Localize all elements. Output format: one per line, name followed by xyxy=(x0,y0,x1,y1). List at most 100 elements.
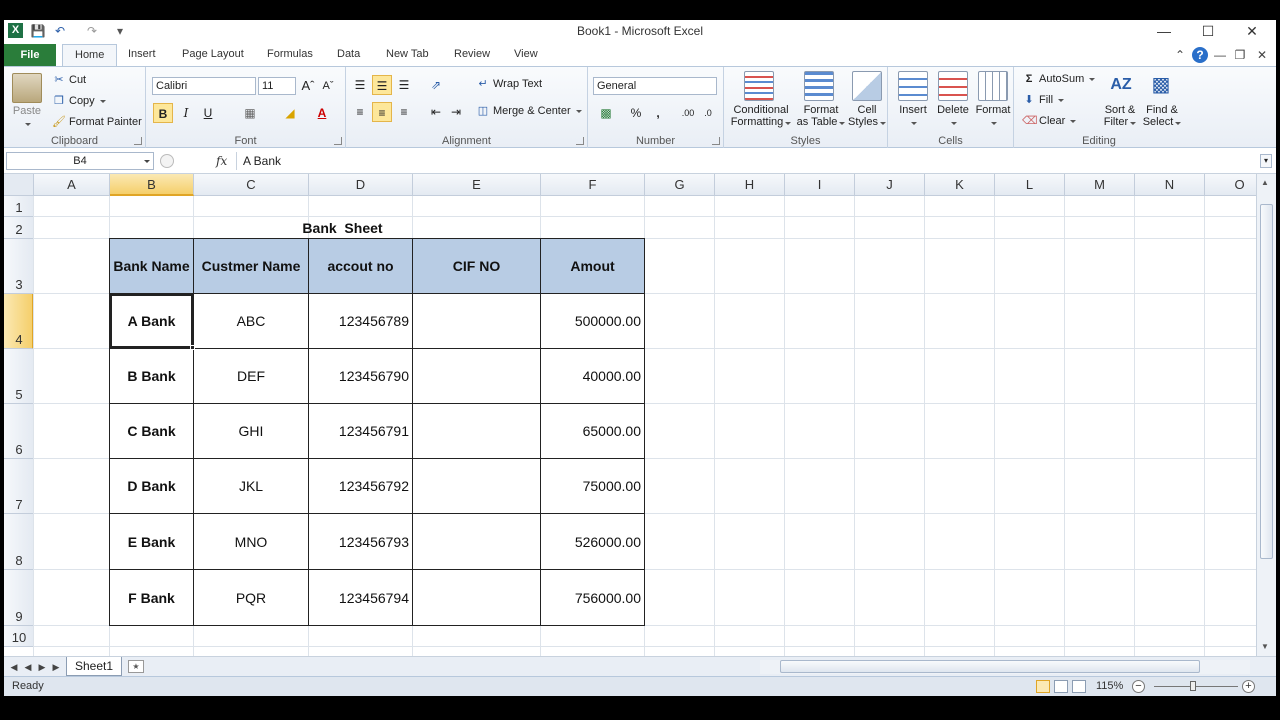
normal-view-icon[interactable] xyxy=(1036,680,1050,693)
row-header-2[interactable]: 2 xyxy=(4,217,34,239)
format-cells-button[interactable]: Format xyxy=(972,104,1014,128)
tab-review[interactable]: Review xyxy=(454,48,490,60)
table-header-cell[interactable]: accout no xyxy=(308,238,413,294)
tab-view[interactable]: View xyxy=(514,48,538,60)
table-cell[interactable]: 123456789 xyxy=(308,293,413,349)
currency-icon[interactable]: ▩ xyxy=(596,103,616,123)
table-cell[interactable]: 526000.00 xyxy=(540,513,645,570)
maximize-icon[interactable]: ☐ xyxy=(1186,20,1230,42)
increase-indent-icon[interactable]: ⇥ xyxy=(446,102,466,122)
table-cell[interactable]: D Bank xyxy=(109,458,194,514)
decrease-decimal-icon[interactable]: .0 xyxy=(698,103,718,123)
table-cell[interactable]: A Bank xyxy=(109,293,194,349)
table-cell[interactable]: ABC xyxy=(193,293,309,349)
conditional-formatting-icon[interactable] xyxy=(744,71,774,101)
minimize-ribbon-icon[interactable]: ⌃ xyxy=(1172,47,1188,63)
column-header-c[interactable]: C xyxy=(194,174,309,196)
format-as-table-button[interactable]: Format as Table xyxy=(796,104,846,128)
sort-filter-icon[interactable]: AZ xyxy=(1106,70,1136,100)
number-launcher-icon[interactable] xyxy=(712,137,720,145)
table-cell[interactable]: 123456793 xyxy=(308,513,413,570)
column-header-m[interactable]: M xyxy=(1065,174,1135,196)
table-cell[interactable]: 500000.00 xyxy=(540,293,645,349)
find-select-button[interactable]: Find & Select xyxy=(1140,104,1184,128)
formula-input[interactable]: A Bank xyxy=(236,152,1254,170)
align-center-icon[interactable]: ≡ xyxy=(372,102,392,122)
zoom-in-icon[interactable]: + xyxy=(1242,680,1255,693)
table-header-cell[interactable]: Bank Name xyxy=(109,238,194,294)
table-cell[interactable] xyxy=(412,458,541,514)
name-box[interactable]: B4 xyxy=(6,152,154,170)
table-cell[interactable]: B Bank xyxy=(109,348,194,404)
row-header-7[interactable]: 7 xyxy=(4,459,34,514)
table-cell[interactable]: E Bank xyxy=(109,513,194,570)
column-header-j[interactable]: J xyxy=(855,174,925,196)
copy-button[interactable]: ❐ Copy xyxy=(52,94,106,108)
percent-button[interactable]: % xyxy=(626,103,646,123)
font-color-button[interactable]: A xyxy=(312,103,332,123)
autosum-button[interactable]: Σ AutoSum xyxy=(1022,72,1096,86)
row-header-10[interactable]: 10 xyxy=(4,626,34,647)
row-header-5[interactable]: 5 xyxy=(4,349,34,404)
font-size-select[interactable]: 11 xyxy=(258,77,296,95)
insert-sheet-icon[interactable]: ★ xyxy=(128,660,144,673)
column-header-n[interactable]: N xyxy=(1135,174,1205,196)
tab-file[interactable]: File xyxy=(4,44,56,66)
cell-styles-icon[interactable] xyxy=(852,71,882,101)
table-cell[interactable]: 123456792 xyxy=(308,458,413,514)
table-cell[interactable]: 75000.00 xyxy=(540,458,645,514)
row-header-4[interactable]: 4 xyxy=(4,294,34,349)
worksheet-grid[interactable]: A B C D E F G H I J K L M N O 1 2 3 4 5 6 7 8 9 10 Bank Sheet Bank… xyxy=(4,174,1256,656)
tab-data[interactable]: Data xyxy=(337,48,360,60)
paste-dropdown-icon[interactable] xyxy=(22,117,32,129)
table-cell[interactable]: 123456791 xyxy=(308,403,413,459)
align-right-icon[interactable]: ≡ xyxy=(394,102,414,122)
table-cell[interactable]: GHI xyxy=(193,403,309,459)
page-break-view-icon[interactable] xyxy=(1072,680,1086,693)
format-painter-button[interactable]: 🖌 Format Painter xyxy=(52,115,142,129)
insert-cells-button[interactable]: Insert xyxy=(892,104,934,128)
table-cell[interactable] xyxy=(412,348,541,404)
column-header-d[interactable]: D xyxy=(309,174,413,196)
column-header-e[interactable]: E xyxy=(413,174,541,196)
shrink-font-icon[interactable]: Aˇ xyxy=(318,76,338,96)
paste-button[interactable]: Paste xyxy=(10,105,44,117)
delete-cells-button[interactable]: Delete xyxy=(932,104,974,128)
cut-button[interactable]: ✂ Cut xyxy=(52,73,86,87)
tab-home[interactable]: Home xyxy=(62,44,118,66)
table-cell[interactable]: 65000.00 xyxy=(540,403,645,459)
table-header-cell[interactable]: Amout xyxy=(540,238,645,294)
column-header-l[interactable]: L xyxy=(995,174,1065,196)
table-cell[interactable]: PQR xyxy=(193,569,309,626)
table-cell[interactable]: 123456790 xyxy=(308,348,413,404)
align-bottom-icon[interactable]: ☰ xyxy=(394,75,414,95)
font-name-select[interactable]: Calibri xyxy=(152,77,256,95)
minimize-icon[interactable]: — xyxy=(1142,20,1186,42)
table-cell[interactable]: 123456794 xyxy=(308,569,413,626)
row-header-3[interactable]: 3 xyxy=(4,239,34,294)
column-header-k[interactable]: K xyxy=(925,174,995,196)
table-header-cell[interactable]: Custmer Name xyxy=(193,238,309,294)
decrease-indent-icon[interactable]: ⇤ xyxy=(426,102,446,122)
zoom-slider-knob[interactable] xyxy=(1190,681,1196,691)
scroll-down-icon[interactable]: ▼ xyxy=(1261,642,1269,651)
column-header-o[interactable]: O xyxy=(1205,174,1256,196)
table-cell[interactable]: F Bank xyxy=(109,569,194,626)
orientation-icon[interactable]: ⇗ xyxy=(426,75,446,95)
vertical-scroll-thumb[interactable] xyxy=(1260,204,1273,559)
underline-button[interactable]: U xyxy=(198,103,218,123)
zoom-slider[interactable] xyxy=(1154,686,1238,687)
binoculars-icon[interactable]: ▩ xyxy=(1146,70,1176,100)
table-header-cell[interactable]: CIF NO xyxy=(412,238,541,294)
insert-function-button[interactable]: fx xyxy=(216,154,227,168)
wrap-text-button[interactable]: ↵ Wrap Text xyxy=(476,77,542,91)
help-icon[interactable]: ? xyxy=(1192,47,1208,63)
table-cell[interactable] xyxy=(412,403,541,459)
zoom-out-icon[interactable]: − xyxy=(1132,680,1145,693)
italic-button[interactable]: I xyxy=(176,103,196,123)
first-sheet-icon[interactable]: ◀ xyxy=(8,660,20,674)
horizontal-scrollbar[interactable] xyxy=(760,660,1250,674)
column-header-b[interactable]: B xyxy=(110,174,194,196)
clear-button[interactable]: ⌫ Clear xyxy=(1022,114,1077,128)
sort-filter-button[interactable]: Sort & Filter xyxy=(1098,104,1142,128)
